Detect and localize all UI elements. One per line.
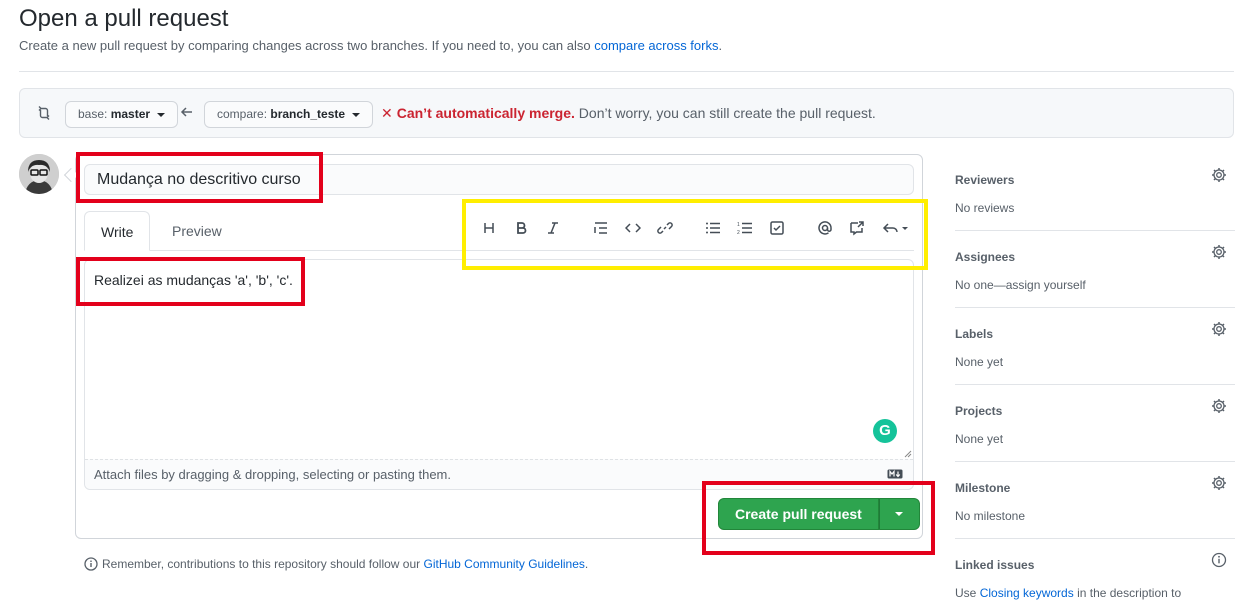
projects-value: None yet: [955, 432, 1004, 446]
annotation-body-box: [76, 257, 305, 306]
gear-icon[interactable]: [1211, 321, 1227, 337]
page-subtitle: Create a new pull request by comparing c…: [19, 38, 722, 53]
compare-range-bar: base: master compare: branch_teste ✕ Can’…: [19, 88, 1234, 138]
page-title: Open a pull request: [19, 5, 229, 32]
community-guidelines-link[interactable]: GitHub Community Guidelines: [424, 557, 585, 571]
base-label: base:: [78, 107, 108, 121]
reviewers-value: No reviews: [955, 201, 1015, 215]
annotation-title-box: [76, 152, 323, 203]
sidebar-divider: [955, 384, 1235, 385]
sidebar-divider: [955, 230, 1235, 231]
gear-icon[interactable]: [1211, 475, 1227, 491]
sidebar-milestone: Milestone No milestone: [955, 476, 1235, 523]
guidelines-suffix: .: [584, 557, 589, 571]
merge-status-text: Don’t worry, you can still create the pu…: [574, 105, 876, 121]
sidebar-linked-issues: Linked issues Use Closing keywords in th…: [955, 552, 1235, 600]
sidebar-divider: [955, 461, 1235, 462]
resize-grip-icon[interactable]: [904, 450, 912, 458]
caret-down-icon: [157, 112, 166, 117]
avatar[interactable]: [19, 154, 59, 194]
guidelines-note: Remember, contributions to this reposito…: [84, 557, 588, 571]
sidebar-assignees: Assignees No one—assign yourself: [955, 245, 1235, 292]
guidelines-text: Remember, contributions to this reposito…: [102, 557, 424, 571]
closing-keywords-link[interactable]: Closing keywords: [980, 586, 1074, 600]
x-icon: ✕: [381, 105, 393, 121]
file-attach-text: Attach files by dragging & dropping, sel…: [94, 467, 451, 482]
projects-heading[interactable]: Projects: [955, 404, 1235, 418]
assignees-value[interactable]: No one—assign yourself: [955, 278, 1235, 292]
merge-status: ✕ Can’t automatically merge. Don’t worry,…: [381, 105, 876, 122]
base-branch-select[interactable]: base: master: [65, 101, 179, 128]
arrow-left-icon: [180, 107, 192, 117]
labels-value: None yet: [955, 355, 1004, 369]
grammarly-icon[interactable]: G: [873, 419, 897, 443]
linked-issues-suffix: in the description to: [1073, 586, 1182, 600]
sidebar-divider: [955, 307, 1235, 308]
info-icon: [84, 557, 98, 571]
milestone-heading[interactable]: Milestone: [955, 481, 1235, 495]
gear-icon[interactable]: [1211, 244, 1227, 260]
tab-preview[interactable]: Preview: [156, 211, 238, 251]
info-icon[interactable]: [1211, 552, 1227, 568]
labels-heading[interactable]: Labels: [955, 327, 1235, 341]
reviewers-heading[interactable]: Reviewers: [955, 173, 1235, 187]
gear-icon[interactable]: [1211, 398, 1227, 414]
sidebar-projects: Projects None yet: [955, 399, 1235, 446]
avatar-image: [19, 154, 59, 194]
linked-issues-prefix: Use: [955, 586, 980, 600]
compare-forks-link[interactable]: compare across forks: [594, 38, 718, 53]
header-divider: [19, 71, 1234, 72]
tab-write[interactable]: Write: [84, 211, 151, 251]
base-branch-name: master: [110, 107, 151, 121]
linked-issues-heading: Linked issues: [955, 558, 1035, 572]
sidebar-divider: [955, 538, 1235, 539]
sidebar-labels: Labels None yet: [955, 322, 1235, 369]
compare-label: compare:: [217, 107, 268, 121]
markdown-icon[interactable]: [887, 469, 903, 479]
caret-down-icon: [352, 112, 361, 117]
merge-status-error: Can’t automatically merge.: [396, 105, 575, 121]
linked-issues-value: Use Closing keywords in the description …: [955, 586, 1235, 600]
compare-branch-name: branch_teste: [270, 107, 346, 121]
sidebar-reviewers: Reviewers No reviews: [955, 168, 1235, 215]
subtitle-suffix: .: [718, 38, 723, 53]
annotation-toolbar-box: [462, 199, 928, 270]
annotation-submit-box: [702, 481, 935, 555]
assignees-heading[interactable]: Assignees: [955, 250, 1235, 264]
milestone-value: No milestone: [955, 509, 1026, 523]
subtitle-text: Create a new pull request by comparing c…: [19, 38, 595, 53]
gear-icon[interactable]: [1211, 167, 1227, 183]
compare-branch-select[interactable]: compare: branch_teste: [204, 101, 374, 128]
git-compare-icon: [38, 106, 50, 120]
